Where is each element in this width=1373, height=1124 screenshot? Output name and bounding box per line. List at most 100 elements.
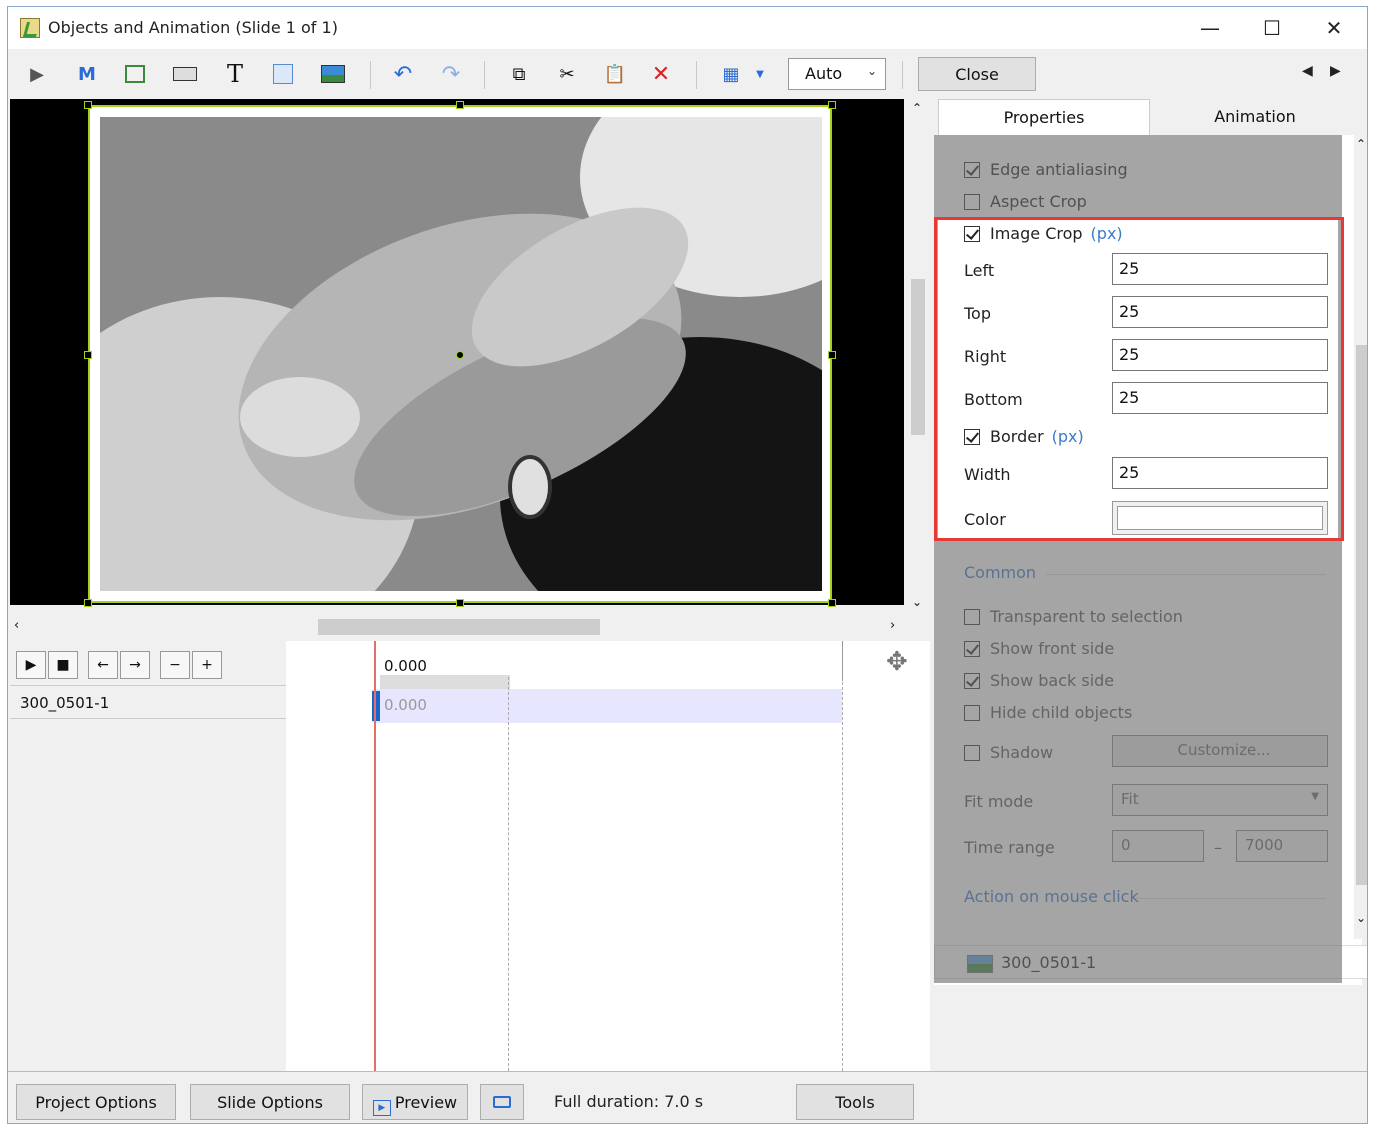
scroll-thumb[interactable] <box>318 619 600 635</box>
scroll-up-icon[interactable]: ⌃ <box>912 101 922 115</box>
cut-icon[interactable]: ✂ <box>554 61 580 87</box>
button-icon[interactable] <box>172 61 198 87</box>
aspect-crop-label: Aspect Crop <box>990 192 1087 211</box>
tab-animation[interactable]: Animation <box>1150 99 1360 135</box>
show-front-checkbox[interactable] <box>964 640 980 657</box>
scroll-up-icon[interactable]: ⌃ <box>1356 137 1366 151</box>
shadow-row[interactable]: Shadow <box>964 743 1053 762</box>
resize-handle[interactable] <box>828 351 836 359</box>
prev-arrow-icon[interactable]: ◀ <box>1302 63 1313 79</box>
tab-properties[interactable]: Properties <box>938 99 1150 135</box>
show-back-row[interactable]: Show back side <box>964 671 1114 690</box>
minimize-button[interactable]: — <box>1180 7 1240 49</box>
slide-options-button[interactable]: Slide Options <box>190 1084 350 1120</box>
crop-top-input[interactable]: 25 <box>1112 296 1328 328</box>
frame-icon[interactable] <box>122 61 148 87</box>
paste-icon[interactable]: 📋 <box>602 61 628 87</box>
chevron-down-icon: ▼ <box>1311 791 1319 802</box>
move-icon[interactable]: ✥ <box>886 647 908 677</box>
screen-button[interactable] <box>480 1084 524 1120</box>
tools-button[interactable]: Tools <box>796 1084 914 1120</box>
slide-canvas[interactable] <box>10 99 904 607</box>
resize-handle[interactable] <box>456 101 464 109</box>
aspect-crop-checkbox[interactable] <box>964 193 980 210</box>
image-crop-checkbox[interactable] <box>964 225 980 242</box>
border-row[interactable]: Border (px) <box>964 427 1084 446</box>
scroll-left-icon[interactable]: ‹ <box>14 618 19 633</box>
crop-right-input[interactable]: 25 <box>1112 339 1328 371</box>
step-back-button[interactable]: ← <box>88 651 118 679</box>
crop-bottom-input[interactable]: 25 <box>1112 382 1328 414</box>
stop-button[interactable]: ■ <box>48 651 78 679</box>
close-window-button[interactable]: ✕ <box>1304 7 1364 49</box>
rectangle-icon[interactable] <box>270 61 296 87</box>
redo-icon[interactable]: ↷ <box>438 61 464 87</box>
resize-handle[interactable] <box>456 599 464 607</box>
scroll-thumb[interactable] <box>1356 345 1367 885</box>
timeline-track-value: 0.000 <box>384 696 427 714</box>
shadow-label: Shadow <box>990 743 1054 762</box>
toolbar: ▶ M T ↶ ↷ ⧉ ✂ 📋 ✕ ▦ ▼ Auto ⌄ Close ◀ ▶ <box>8 49 1367 99</box>
aspect-crop-row[interactable]: Aspect Crop <box>964 192 1087 211</box>
edge-antialiasing-checkbox[interactable] <box>964 161 980 178</box>
show-back-checkbox[interactable] <box>964 672 980 689</box>
next-arrow-icon[interactable]: ▶ <box>1330 63 1341 79</box>
object-list-item[interactable]: 300_0501-1 <box>934 945 1367 979</box>
step-forward-button[interactable]: → <box>120 651 150 679</box>
canvas-vertical-scrollbar[interactable]: ⌃ ⌄ <box>908 99 928 615</box>
grid-icon[interactable]: ▦ <box>718 61 744 87</box>
undo-icon[interactable]: ↶ <box>390 61 416 87</box>
timeline-track[interactable]: 0.000 <box>372 689 842 723</box>
image-icon[interactable] <box>320 61 346 87</box>
edge-antialiasing-row[interactable]: Edge antialiasing <box>964 160 1128 179</box>
hide-child-checkbox[interactable] <box>964 704 980 721</box>
border-width-input[interactable]: 25 <box>1112 457 1328 489</box>
transparent-row[interactable]: Transparent to selection <box>964 607 1183 626</box>
camera-icon[interactable]: ▶ <box>24 61 50 87</box>
time-to-input[interactable]: 7000 <box>1236 830 1328 862</box>
resize-handle[interactable] <box>84 101 92 109</box>
copy-icon[interactable]: ⧉ <box>506 61 532 87</box>
preview-button[interactable]: ▶ Preview <box>362 1084 468 1120</box>
timeline-row-label[interactable]: 300_0501-1 <box>10 685 286 719</box>
time-range-dash: – <box>1214 838 1222 857</box>
scroll-down-icon[interactable]: ⌄ <box>912 595 922 609</box>
resize-handle[interactable] <box>828 599 836 607</box>
border-color-picker[interactable] <box>1112 501 1328 535</box>
show-front-row[interactable]: Show front side <box>964 639 1114 658</box>
delete-icon[interactable]: ✕ <box>648 61 674 87</box>
timeline-panel: ▶ ■ ← → − + 300_0501-1 0.000 0.000 ✥ <box>10 641 930 1071</box>
section-divider <box>1046 574 1326 575</box>
scroll-right-icon[interactable]: › <box>890 618 895 633</box>
close-button[interactable]: Close <box>918 57 1036 91</box>
resize-handle[interactable] <box>84 351 92 359</box>
maximize-button[interactable]: ☐ <box>1242 7 1302 49</box>
border-checkbox[interactable] <box>964 428 980 445</box>
scroll-thumb[interactable] <box>911 279 925 435</box>
fit-mode-select[interactable]: Fit ▼ <box>1112 784 1328 816</box>
grid-dropdown-icon[interactable]: ▼ <box>752 61 768 87</box>
playhead-line[interactable] <box>374 641 376 1071</box>
mask-icon[interactable]: M <box>74 61 100 87</box>
zoom-out-button[interactable]: − <box>160 651 190 679</box>
customize-button[interactable]: Customize... <box>1112 735 1328 767</box>
timeline-ruler-value: 0.000 <box>384 657 427 675</box>
crop-left-input[interactable]: 25 <box>1112 253 1328 285</box>
properties-scrollbar[interactable]: ⌃ ⌄ <box>1354 135 1367 939</box>
center-handle[interactable] <box>456 351 464 359</box>
time-from-input[interactable]: 0 <box>1112 830 1204 862</box>
show-back-label: Show back side <box>990 671 1115 690</box>
transparent-checkbox[interactable] <box>964 608 980 625</box>
scroll-down-icon[interactable]: ⌄ <box>1356 911 1366 925</box>
resize-handle[interactable] <box>828 101 836 109</box>
zoom-in-button[interactable]: + <box>192 651 222 679</box>
image-crop-row[interactable]: Image Crop (px) <box>964 224 1123 243</box>
zoom-select[interactable]: Auto ⌄ <box>788 58 886 90</box>
play-button[interactable]: ▶ <box>16 651 46 679</box>
text-icon[interactable]: T <box>222 60 248 88</box>
shadow-checkbox[interactable] <box>964 744 980 761</box>
hide-child-row[interactable]: Hide child objects <box>964 703 1132 722</box>
resize-handle[interactable] <box>84 599 92 607</box>
project-options-button[interactable]: Project Options <box>16 1084 176 1120</box>
canvas-horizontal-scrollbar[interactable]: ‹ › <box>10 615 906 639</box>
